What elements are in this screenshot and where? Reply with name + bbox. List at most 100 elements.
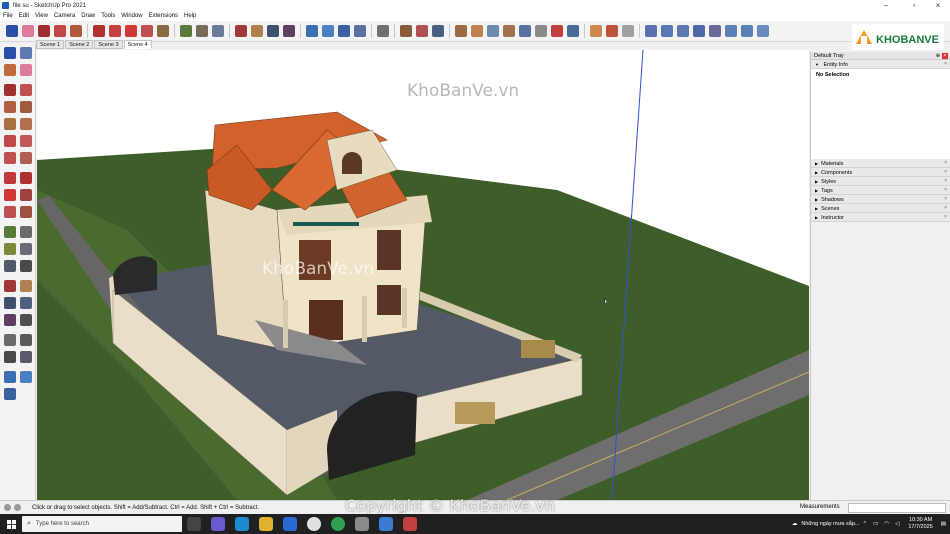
clock[interactable]: 10:30 AM 17/7/2025 (908, 517, 932, 531)
panel-materials[interactable]: ▶ Materials × (811, 159, 950, 168)
dimension-icon[interactable] (551, 25, 563, 37)
tab-scene-2[interactable]: Scene 2 (65, 40, 94, 49)
panel-close-icon[interactable]: × (944, 60, 947, 69)
curve-icon[interactable] (693, 25, 705, 37)
menu-file[interactable]: File (0, 13, 16, 19)
offset-tool-icon[interactable] (20, 206, 32, 218)
unhide-icon[interactable] (606, 25, 618, 37)
weather-text[interactable]: Những ngày mưa sắp... (801, 521, 859, 527)
menu-window[interactable]: Window (118, 13, 145, 19)
panel-styles[interactable]: ▶ Styles × (811, 177, 950, 186)
polygon-tool-icon[interactable] (20, 118, 32, 130)
info-icon[interactable] (14, 504, 21, 511)
fog-icon[interactable] (503, 25, 515, 37)
bezier-icon[interactable] (645, 25, 657, 37)
panel-close-icon[interactable]: × (944, 213, 947, 222)
rectangle-tool-icon[interactable] (4, 101, 16, 113)
pan-icon[interactable] (20, 280, 32, 292)
layout-icon[interactable] (338, 25, 350, 37)
scale-tool-icon[interactable] (141, 25, 153, 37)
extension-warehouse-icon[interactable] (20, 371, 32, 383)
zoom-icon[interactable] (4, 297, 16, 309)
dimension-tool-icon[interactable] (20, 226, 32, 238)
lasso-icon[interactable] (20, 47, 32, 59)
extension-warehouse-icon[interactable] (322, 25, 334, 37)
panel-scenes[interactable]: ▶ Scenes × (811, 204, 950, 213)
menu-camera[interactable]: Camera (51, 13, 78, 19)
help-icon[interactable] (4, 504, 11, 511)
look-around-icon[interactable] (20, 334, 32, 346)
panel-close-icon[interactable]: × (944, 177, 947, 186)
tape-measure-icon[interactable] (4, 226, 16, 238)
text-tool-icon[interactable] (196, 25, 208, 37)
panel-components[interactable]: ▶ Components × (811, 168, 950, 177)
user-account-icon[interactable] (377, 25, 389, 37)
copilot-icon[interactable] (211, 517, 225, 531)
measurements-input[interactable] (848, 503, 946, 513)
tab-scene-3[interactable]: Scene 3 (94, 40, 123, 49)
push-pull-icon[interactable] (93, 25, 105, 37)
ellipse-icon[interactable] (741, 25, 753, 37)
panel-instructor[interactable]: ▶ Instructor × (811, 213, 950, 222)
section-plane-icon[interactable] (455, 25, 467, 37)
rotate-tool-icon[interactable] (125, 25, 137, 37)
volume-icon[interactable]: ◁ (895, 521, 899, 527)
tray-close-icon[interactable]: × (942, 53, 948, 59)
eraser-tool-icon[interactable] (20, 64, 32, 76)
xray-icon[interactable] (519, 25, 531, 37)
store-icon[interactable] (283, 517, 297, 531)
pie-tool-icon[interactable] (20, 152, 32, 164)
previous-view-icon[interactable] (20, 314, 32, 326)
panel-close-icon[interactable]: × (944, 204, 947, 213)
section-plane-icon[interactable] (20, 351, 32, 363)
rectangle-tool-icon[interactable] (70, 25, 82, 37)
axes-icon[interactable] (4, 260, 16, 272)
tray-chevron-icon[interactable]: ^ (863, 521, 866, 527)
follow-me-icon[interactable] (20, 189, 32, 201)
chrome-icon[interactable] (307, 517, 321, 531)
tab-scene-1[interactable]: Scene 1 (36, 40, 65, 49)
windows-start-icon[interactable] (0, 514, 22, 534)
move-tool-icon[interactable] (109, 25, 121, 37)
back-edges-icon[interactable] (535, 25, 547, 37)
panel-close-icon[interactable]: × (944, 159, 947, 168)
zoom-app-icon[interactable] (379, 517, 393, 531)
shadow-icon[interactable] (487, 25, 499, 37)
line-tool-icon[interactable] (38, 25, 50, 37)
model-viewport[interactable]: KhoBanVe.vn KhoBanVe.vn (37, 50, 809, 500)
protractor-icon[interactable] (4, 243, 16, 255)
taskbar-search[interactable]: ⌕ Type here to search (22, 516, 182, 532)
arc-tool-icon[interactable] (4, 135, 16, 147)
three-point-arc-icon[interactable] (4, 152, 16, 164)
panel-close-icon[interactable]: × (944, 168, 947, 177)
wifi-icon[interactable]: ◠ (884, 521, 889, 527)
zoom-icon[interactable] (267, 25, 279, 37)
paint-bucket-icon[interactable] (212, 25, 224, 37)
move-tool-icon[interactable] (4, 172, 16, 184)
orbit-icon[interactable] (235, 25, 247, 37)
push-pull-icon[interactable] (20, 172, 32, 184)
freehand-icon[interactable] (20, 84, 32, 96)
file-explorer-icon[interactable] (259, 517, 273, 531)
close-icon[interactable]: × (926, 0, 950, 11)
task-view-icon[interactable] (187, 517, 201, 531)
orbit-icon[interactable] (4, 280, 16, 292)
app-icon[interactable] (355, 517, 369, 531)
protractor-icon[interactable] (567, 25, 579, 37)
extension-manager-icon[interactable] (354, 25, 366, 37)
edge-icon[interactable] (235, 517, 249, 531)
polyline-icon[interactable] (661, 25, 673, 37)
panel-tags[interactable]: ▶ Tags × (811, 186, 950, 195)
pin-icon[interactable]: ⊕ (936, 52, 940, 60)
3d-text-icon[interactable] (20, 260, 32, 272)
menu-tools[interactable]: Tools (98, 13, 118, 19)
arc-tool-icon[interactable] (54, 25, 66, 37)
tape-measure-icon[interactable] (180, 25, 192, 37)
select-tool-icon[interactable] (6, 25, 18, 37)
select-tool-icon[interactable] (4, 47, 16, 59)
rotated-rect-icon[interactable] (20, 101, 32, 113)
3d-warehouse-icon[interactable] (306, 25, 318, 37)
weather-icon[interactable]: ☁ (792, 521, 798, 527)
zalo-icon[interactable] (331, 517, 345, 531)
style-icon[interactable] (471, 25, 483, 37)
